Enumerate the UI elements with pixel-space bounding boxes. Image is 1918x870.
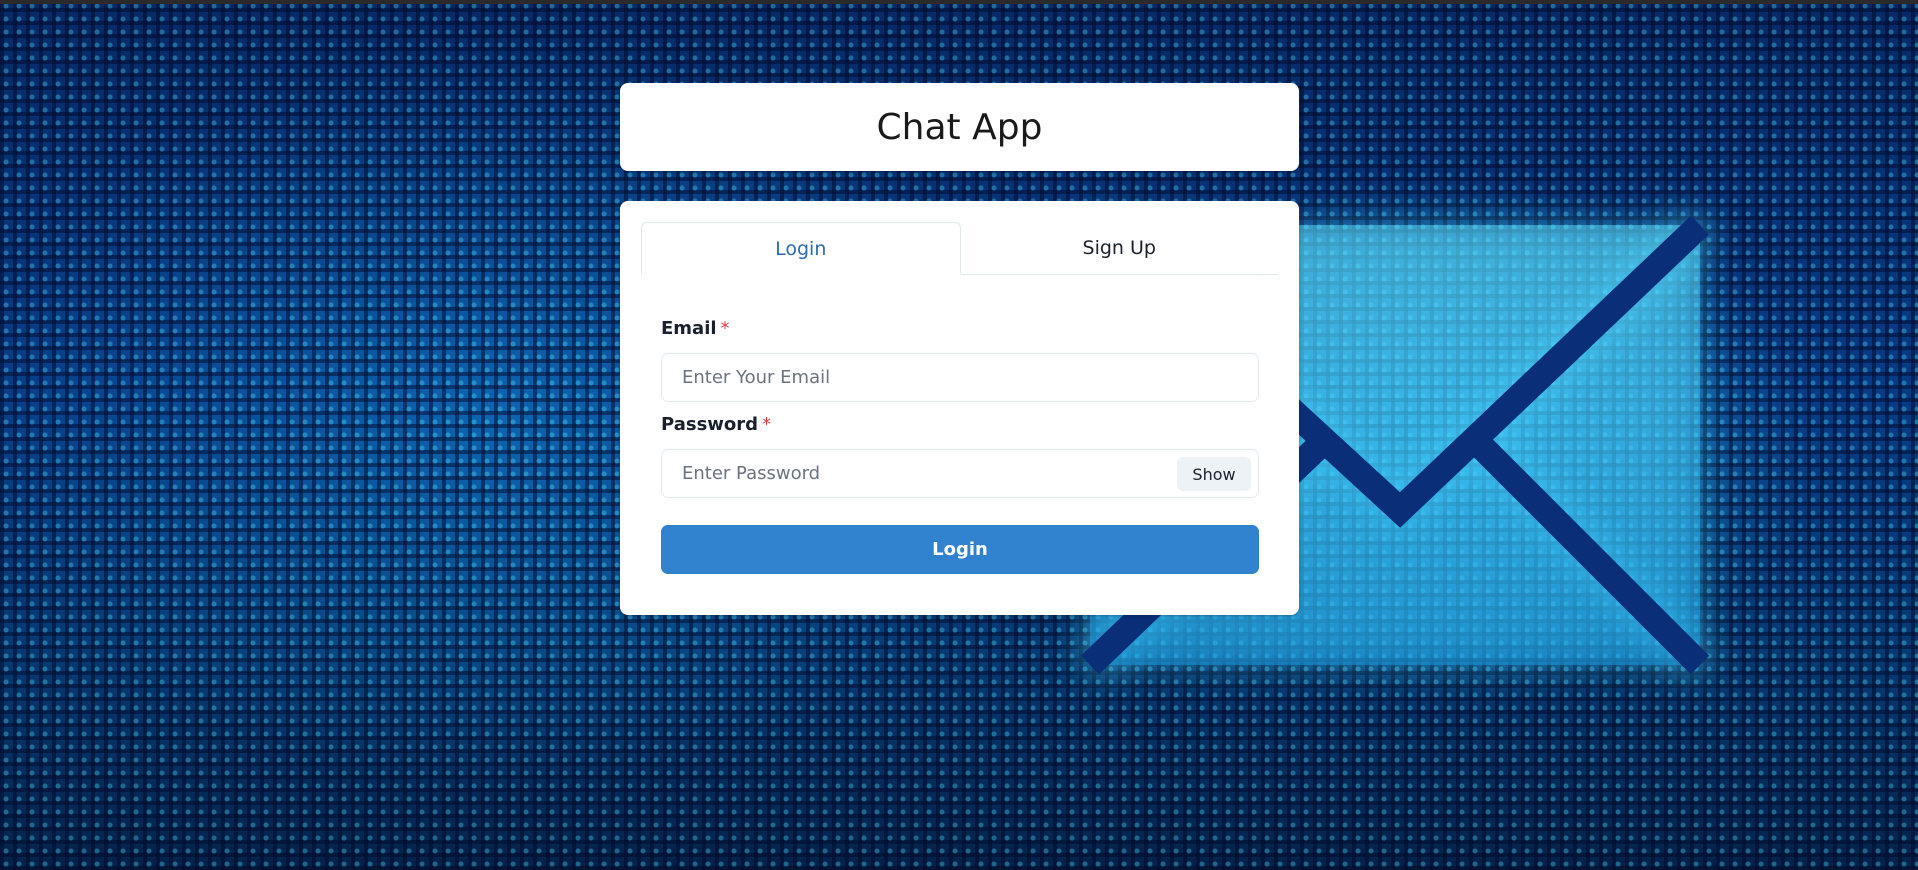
required-marker: * <box>720 318 730 339</box>
app-title: Chat App <box>876 106 1043 148</box>
tab-sign-up[interactable]: Sign Up <box>961 222 1279 274</box>
password-field[interactable] <box>662 450 1258 497</box>
header-card: Chat App <box>620 83 1299 171</box>
email-label: Email * <box>661 318 730 339</box>
auth-tabs: Login Sign Up <box>641 222 1278 275</box>
show-password-button[interactable]: Show <box>1177 457 1251 491</box>
login-button[interactable]: Login <box>661 525 1259 574</box>
password-label: Password * <box>661 414 771 435</box>
email-label-text: Email <box>661 318 717 339</box>
email-field-wrapper <box>661 353 1259 402</box>
email-field[interactable] <box>662 354 1258 401</box>
password-field-wrapper: Show <box>661 449 1259 498</box>
password-label-text: Password <box>661 414 759 435</box>
required-marker: * <box>762 414 772 435</box>
auth-card: Login Sign Up Email* Password* Show Logi… <box>620 201 1299 615</box>
tab-login[interactable]: Login <box>641 222 961 275</box>
browser-edge <box>0 0 1918 4</box>
